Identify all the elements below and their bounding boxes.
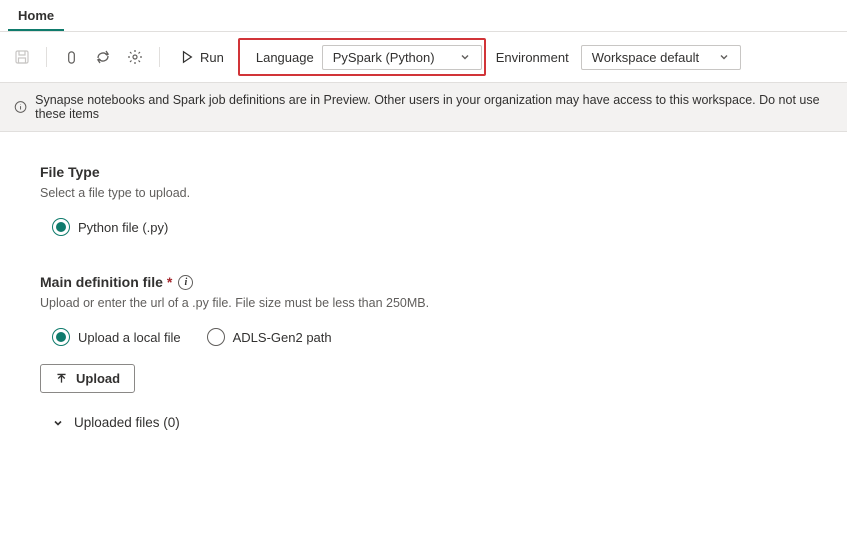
toolbar: Run Language PySpark (Python) Environmen… (0, 32, 847, 83)
upload-button[interactable]: Upload (40, 364, 135, 393)
radio-label: ADLS-Gen2 path (233, 330, 332, 345)
toolbar-separator (159, 47, 160, 67)
upload-icon (55, 372, 68, 385)
file-type-section: File Type Select a file type to upload. … (40, 164, 807, 236)
settings-gear-icon[interactable] (121, 43, 149, 71)
radio-icon (207, 328, 225, 346)
file-type-desc: Select a file type to upload. (40, 186, 807, 200)
preview-banner: Synapse notebooks and Spark job definiti… (0, 83, 847, 132)
environment-dropdown[interactable]: Workspace default (581, 45, 741, 70)
radio-upload-local[interactable]: Upload a local file (52, 328, 181, 346)
chevron-down-icon (52, 417, 64, 429)
radio-label: Python file (.py) (78, 220, 168, 235)
main-definition-options: Upload a local file ADLS-Gen2 path (40, 328, 807, 346)
run-button-label: Run (200, 50, 224, 65)
main-definition-section: Main definition file * i Upload or enter… (40, 274, 807, 430)
uploaded-files-expander[interactable]: Uploaded files (0) (40, 415, 807, 430)
radio-label: Upload a local file (78, 330, 181, 345)
main-definition-title: Main definition file * i (40, 274, 807, 290)
radio-icon (52, 328, 70, 346)
save-icon (8, 43, 36, 71)
main-content: File Type Select a file type to upload. … (0, 132, 847, 500)
required-asterisk: * (167, 274, 172, 290)
tab-home[interactable]: Home (8, 0, 64, 31)
toolbar-separator (46, 47, 47, 67)
info-icon[interactable]: i (178, 275, 193, 290)
language-label: Language (242, 50, 322, 65)
language-dropdown[interactable]: PySpark (Python) (322, 45, 482, 70)
radio-adls-path[interactable]: ADLS-Gen2 path (207, 328, 332, 346)
play-icon (180, 50, 194, 64)
environment-label: Environment (490, 50, 577, 65)
refresh-icon[interactable] (89, 43, 117, 71)
environment-dropdown-value: Workspace default (592, 50, 699, 65)
chevron-down-icon (718, 51, 730, 63)
file-type-options: Python file (.py) (40, 218, 807, 236)
main-definition-title-text: Main definition file (40, 274, 163, 290)
uploaded-files-label: Uploaded files (0) (74, 415, 180, 430)
radio-python-file[interactable]: Python file (.py) (52, 218, 168, 236)
radio-icon (52, 218, 70, 236)
main-definition-desc: Upload or enter the url of a .py file. F… (40, 296, 807, 310)
stop-icon[interactable] (57, 43, 85, 71)
file-type-title: File Type (40, 164, 807, 180)
chevron-down-icon (459, 51, 471, 63)
banner-text: Synapse notebooks and Spark job definiti… (35, 93, 833, 121)
info-icon (14, 100, 27, 114)
tab-row: Home (0, 0, 847, 32)
language-dropdown-value: PySpark (Python) (333, 50, 435, 65)
language-highlight: Language PySpark (Python) (238, 38, 486, 76)
upload-button-label: Upload (76, 371, 120, 386)
run-button[interactable]: Run (170, 46, 234, 69)
